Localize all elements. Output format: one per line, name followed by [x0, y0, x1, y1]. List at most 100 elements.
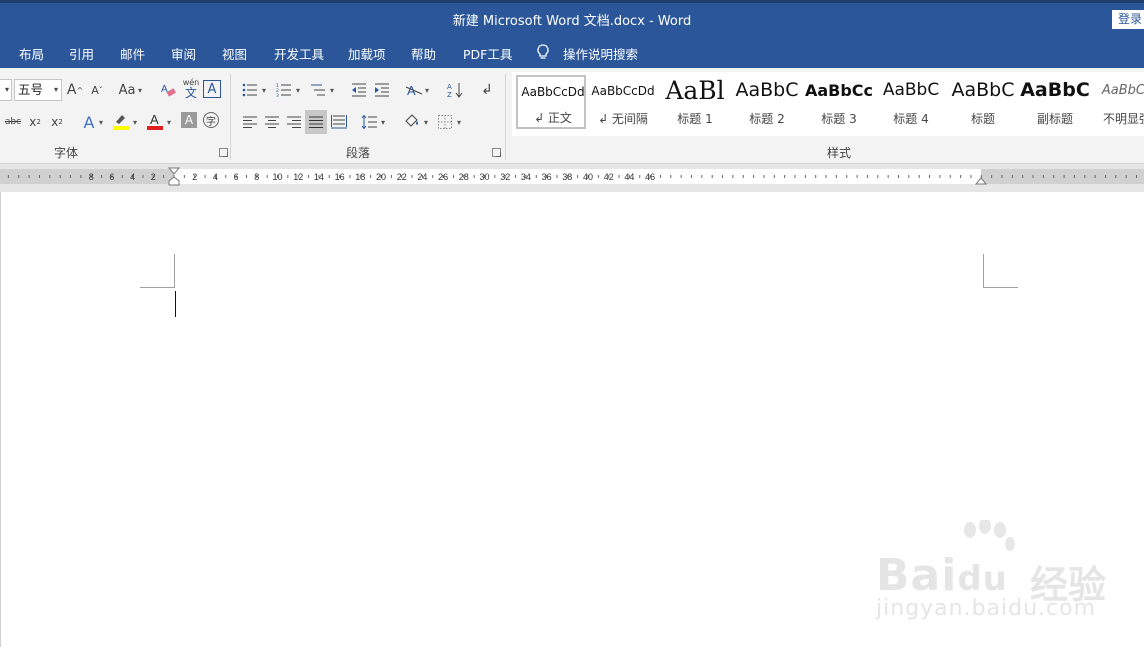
chevron-down-icon[interactable]: ▾	[425, 86, 429, 95]
chevron-down-icon[interactable]: ▾	[330, 86, 334, 95]
chevron-down-icon[interactable]: ▾	[262, 86, 266, 95]
line-spacing-icon[interactable]	[360, 112, 378, 132]
ruler-number: 4	[213, 172, 218, 182]
style-sample: AaBbCcDd	[591, 84, 655, 98]
font-dialog-launcher-icon[interactable]	[219, 148, 228, 157]
paragraph-group-label: 段落	[346, 146, 371, 160]
chevron-down-icon[interactable]: ▾	[133, 118, 137, 127]
group-divider	[230, 74, 231, 160]
crop-mark	[174, 254, 175, 288]
tab-pdf-tools[interactable]: PDF工具	[463, 44, 512, 63]
tab-developer[interactable]: 开发工具	[274, 44, 324, 63]
enclose-characters-icon[interactable]: 字	[203, 112, 219, 128]
style-heading-4[interactable]: AaBbC 标题 4	[876, 76, 946, 130]
tab-layout[interactable]: 布局	[19, 44, 44, 63]
decrease-indent-icon[interactable]	[350, 80, 368, 100]
paragraph-dialog-launcher-icon[interactable]	[492, 148, 501, 157]
strikethrough-icon[interactable]: abc	[3, 112, 23, 132]
font-size-box[interactable]: 五号 ▾	[14, 79, 62, 101]
phonetic-guide-button[interactable]: wén 文	[181, 78, 201, 100]
style-no-spacing[interactable]: AaBbCcDd ↲ 无间隔	[588, 76, 658, 130]
chevron-down-icon[interactable]: ▾	[99, 118, 103, 127]
ruler-number: 8	[89, 172, 94, 182]
style-subtitle[interactable]: AaBbC 副标题	[1020, 76, 1090, 130]
character-shading-icon[interactable]: A	[181, 112, 197, 128]
grow-font-icon[interactable]: A ^	[66, 80, 84, 100]
style-title[interactable]: AaBbC 标题	[948, 76, 1018, 130]
sort-icon[interactable]: AZ	[446, 80, 464, 100]
chevron-down-icon[interactable]: ▾	[296, 86, 300, 95]
svg-text:Z: Z	[447, 91, 452, 98]
increase-indent-icon[interactable]	[373, 80, 391, 100]
shrink-font-icon[interactable]: Aˇ	[88, 80, 106, 100]
chinese-layout-icon[interactable]: A	[404, 80, 424, 100]
numbering-icon[interactable]: 123	[275, 80, 293, 100]
subscript-icon[interactable]: x2	[26, 112, 44, 132]
show-marks-icon[interactable]: ↲	[479, 80, 495, 100]
distributed-icon[interactable]	[330, 112, 348, 132]
lightbulb-icon[interactable]	[536, 44, 550, 65]
ruler-number: 8	[254, 172, 259, 182]
justify-icon[interactable]	[305, 110, 327, 134]
chevron-down-icon[interactable]: ▾	[381, 118, 385, 127]
tab-review[interactable]: 审阅	[171, 44, 196, 63]
character-border-icon[interactable]: A	[203, 80, 221, 98]
styles-gallery: AaBbCcDd ↲ 正文 AaBbCcDd ↲ 无间隔 AaBl 标题 1 A…	[512, 72, 1144, 136]
multilevel-list-icon[interactable]	[309, 80, 327, 100]
window-top-strip	[0, 0, 1144, 3]
chevron-down-icon[interactable]: ▾	[457, 118, 461, 127]
watermark-url: jingyan.baidu.com	[876, 596, 1097, 621]
style-sample: AaBbC	[951, 79, 1015, 101]
tell-me-search[interactable]: 操作说明搜索	[563, 44, 638, 63]
highlight-color-icon[interactable]	[111, 110, 131, 132]
font-group-label: 字体	[54, 146, 79, 160]
watermark-brand: Baidu	[876, 550, 1008, 601]
style-heading-3[interactable]: AaBbCc 标题 3	[804, 76, 874, 130]
ruler-number: 36	[542, 172, 552, 182]
chevron-down-icon[interactable]: ▾	[167, 118, 171, 127]
ruler-number: 28	[459, 172, 469, 182]
text-effects-icon[interactable]: A	[79, 112, 99, 132]
change-case-label: Aa	[118, 82, 136, 98]
chevron-down-icon[interactable]: ▾	[138, 86, 142, 95]
font-color-icon[interactable]: A	[145, 110, 165, 132]
clear-formatting-icon[interactable]: A	[159, 80, 177, 100]
style-subtle-emphasis[interactable]: AaBbCc 不明显强	[1092, 76, 1144, 130]
hanging-indent-marker	[168, 176, 180, 186]
horizontal-ruler[interactable]: 8 6 4 2 2 4 6 8 10 12 14 16 18 20 22 24 26 28 30 32 34 36 38 40…	[0, 167, 1144, 186]
align-center-icon[interactable]	[263, 112, 281, 132]
superscript-icon[interactable]: x2	[48, 112, 66, 132]
ruler-number: 30	[479, 172, 489, 182]
style-heading-1[interactable]: AaBl 标题 1	[660, 76, 730, 130]
login-button[interactable]: 登录	[1112, 10, 1144, 29]
style-name: 标题 4	[893, 112, 929, 126]
style-name: 标题 3	[821, 112, 857, 126]
borders-icon[interactable]	[436, 112, 454, 132]
ruler-number: 44	[624, 172, 634, 182]
tab-addins[interactable]: 加载项	[348, 44, 386, 63]
font-name-box[interactable]: ▾	[0, 79, 12, 101]
style-sample: AaBbC	[1020, 79, 1090, 101]
style-heading-2[interactable]: AaBbC 标题 2	[732, 76, 802, 130]
style-sample: AaBbC	[735, 79, 799, 101]
style-normal[interactable]: AaBbCcDd ↲ 正文	[516, 75, 586, 129]
tab-view[interactable]: 视图	[222, 44, 247, 63]
ruler-number: 26	[438, 172, 448, 182]
chevron-down-icon[interactable]: ▾	[424, 118, 428, 127]
shading-icon[interactable]	[402, 110, 422, 132]
align-left-icon[interactable]	[241, 112, 259, 132]
ribbon: ▾ 五号 ▾ A ^ Aˇ Aa ▾ A wén 文 A abc x2 x2 A ▾…	[0, 68, 1144, 164]
phonetic-guide-icon: 文	[184, 86, 197, 100]
tab-help[interactable]: 帮助	[411, 44, 436, 63]
tab-references[interactable]: 引用	[69, 44, 94, 63]
group-divider	[505, 74, 506, 160]
bullets-icon[interactable]	[241, 80, 259, 100]
svg-text:A: A	[150, 112, 159, 127]
tab-mailings[interactable]: 邮件	[120, 44, 145, 63]
ruler-number: 12	[293, 172, 303, 182]
change-case-button[interactable]: Aa	[116, 80, 138, 100]
style-name: 标题 1	[677, 112, 713, 126]
svg-text:A: A	[161, 84, 168, 95]
align-right-icon[interactable]	[285, 112, 303, 132]
ruler-number: 46	[645, 172, 655, 182]
